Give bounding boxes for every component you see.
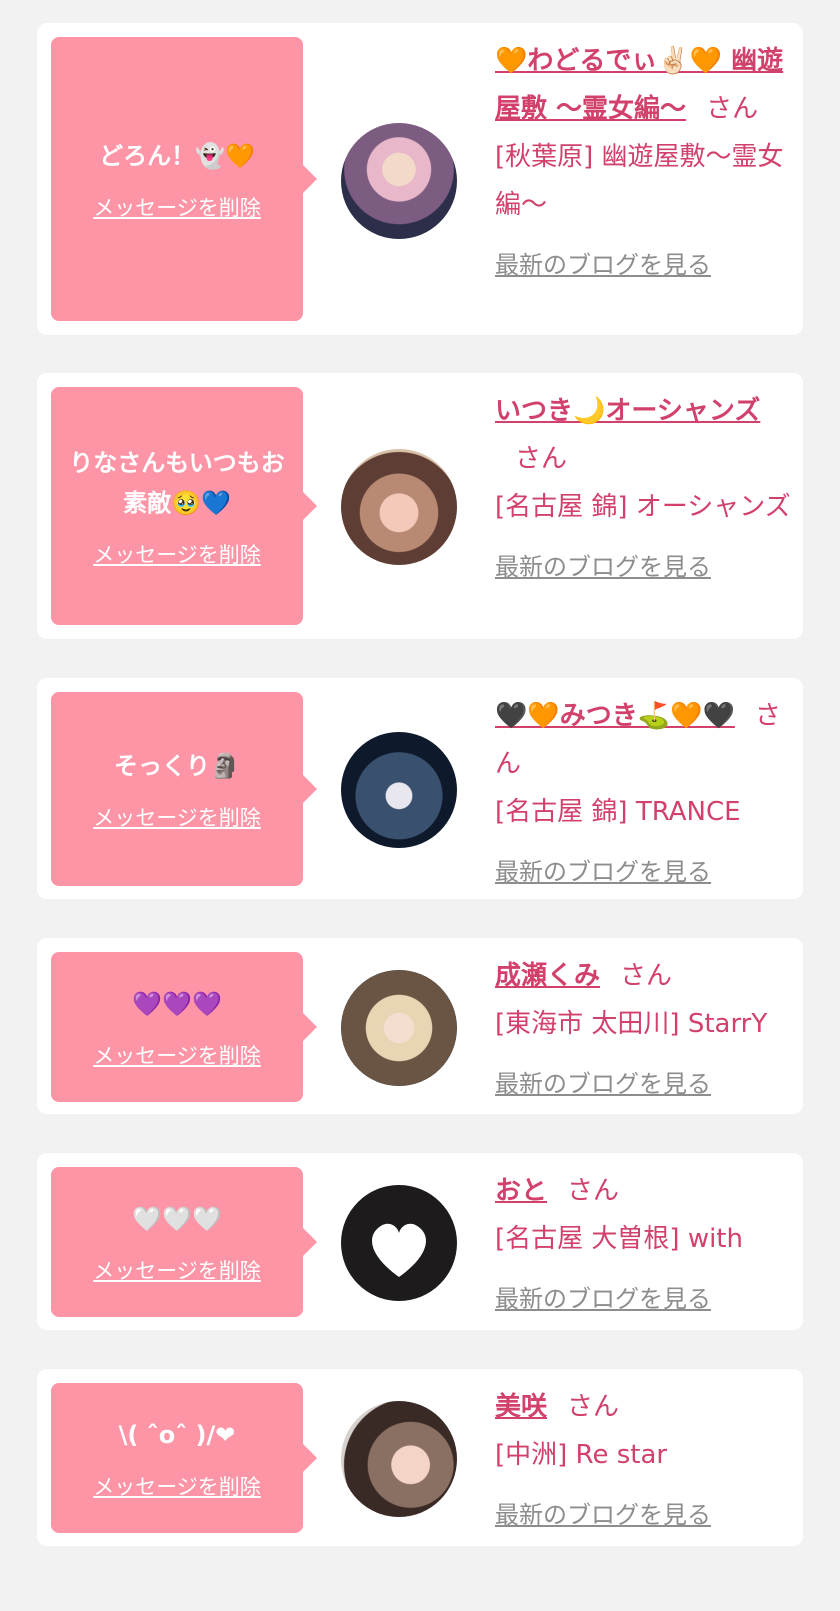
avatar[interactable] <box>341 449 457 565</box>
message-bubble: そっくり🗿 メッセージを削除 <box>51 692 317 886</box>
sender-name-link[interactable]: おと <box>495 1176 547 1206</box>
latest-blog-link[interactable]: 最新のブログを見る <box>495 543 795 591</box>
message-bubble: りなさんもいつもお素敵🥹💙 メッセージを削除 <box>51 387 317 625</box>
sender-info: 🧡わどるでぃ✌🏻🧡 幽遊屋敷 〜霊女編〜 さん [秋葉原] 幽遊屋敷〜霊女編〜 最… <box>495 37 795 289</box>
avatar[interactable] <box>341 1185 457 1301</box>
sender-info: 美咲 さん [中洲] Re star 最新のブログを見る <box>495 1383 795 1539</box>
message-text: 🤍🤍🤍 <box>132 1205 222 1233</box>
sender-name-link[interactable]: いつき🌙オーシャンズ <box>495 396 760 426</box>
message-card: どろん！👻🧡 メッセージを削除 🧡わどるでぃ✌🏻🧡 幽遊屋敷 〜霊女編〜 さん [… <box>37 23 803 335</box>
honorific: さん <box>567 1392 620 1422</box>
latest-blog-link[interactable]: 最新のブログを見る <box>495 241 795 289</box>
delete-message-link[interactable]: メッセージを削除 <box>93 802 261 832</box>
avatar[interactable] <box>341 732 457 848</box>
message-text: そっくり🗿 <box>114 752 240 780</box>
message-card: りなさんもいつもお素敵🥹💙 メッセージを削除 いつき🌙オーシャンズさん [名古屋… <box>37 373 803 639</box>
shop-label: [秋葉原] 幽遊屋敷〜霊女編〜 <box>495 142 784 220</box>
sender-name-link[interactable]: 美咲 <box>495 1392 547 1422</box>
shop-label: [名古屋 錦] オーシャンズ <box>495 492 791 522</box>
message-text: りなさんもいつもお素敵🥹💙 <box>69 449 285 517</box>
message-card: そっくり🗿 メッセージを削除 🖤🧡みつき⛳🧡🖤 さん [名古屋 錦] TRANCE… <box>37 678 803 899</box>
latest-blog-link[interactable]: 最新のブログを見る <box>495 1060 795 1108</box>
avatar[interactable] <box>341 1401 457 1517</box>
message-text: \( ˆoˆ )/❤ <box>118 1421 236 1449</box>
sender-name-link[interactable]: 成瀬くみ <box>495 961 600 991</box>
message-text: 💜💜💜 <box>132 990 222 1018</box>
honorific: さん <box>706 94 759 124</box>
message-bubble: 🤍🤍🤍 メッセージを削除 <box>51 1167 317 1317</box>
message-bubble: どろん！👻🧡 メッセージを削除 <box>51 37 317 321</box>
shop-label: [中洲] Re star <box>495 1440 668 1470</box>
latest-blog-link[interactable]: 最新のブログを見る <box>495 1491 795 1539</box>
sender-info: いつき🌙オーシャンズさん [名古屋 錦] オーシャンズ 最新のブログを見る <box>495 387 795 591</box>
message-text: どろん！👻🧡 <box>99 142 255 170</box>
message-card: 🤍🤍🤍 メッセージを削除 おと さん [名古屋 大曽根] with 最新のブログを… <box>37 1153 803 1330</box>
delete-message-link[interactable]: メッセージを削除 <box>93 1040 261 1070</box>
shop-label: [名古屋 錦] TRANCE <box>495 797 741 827</box>
honorific: さん <box>620 961 673 991</box>
sender-info: おと さん [名古屋 大曽根] with 最新のブログを見る <box>495 1167 795 1323</box>
delete-message-link[interactable]: メッセージを削除 <box>93 539 261 569</box>
sender-info: 成瀬くみ さん [東海市 太田川] StarrY 最新のブログを見る <box>495 952 795 1108</box>
delete-message-link[interactable]: メッセージを削除 <box>93 192 261 222</box>
avatar[interactable] <box>341 123 457 239</box>
heart-icon <box>372 1223 426 1277</box>
delete-message-link[interactable]: メッセージを削除 <box>93 1255 261 1285</box>
avatar[interactable] <box>341 970 457 1086</box>
honorific: さん <box>515 444 568 474</box>
shop-label: [東海市 太田川] StarrY <box>495 1009 768 1039</box>
message-bubble: \( ˆoˆ )/❤ メッセージを削除 <box>51 1383 317 1533</box>
honorific: さん <box>567 1176 620 1206</box>
message-card: \( ˆoˆ )/❤ メッセージを削除 美咲 さん [中洲] Re star 最新… <box>37 1369 803 1546</box>
latest-blog-link[interactable]: 最新のブログを見る <box>495 848 795 896</box>
latest-blog-link[interactable]: 最新のブログを見る <box>495 1275 795 1323</box>
sender-name-link[interactable]: 🖤🧡みつき⛳🧡🖤 <box>495 701 735 731</box>
delete-message-link[interactable]: メッセージを削除 <box>93 1471 261 1501</box>
message-card: 💜💜💜 メッセージを削除 成瀬くみ さん [東海市 太田川] StarrY 最新の… <box>37 938 803 1114</box>
message-bubble: 💜💜💜 メッセージを削除 <box>51 952 317 1102</box>
sender-info: 🖤🧡みつき⛳🧡🖤 さん [名古屋 錦] TRANCE 最新のブログを見る <box>495 692 795 896</box>
shop-label: [名古屋 大曽根] with <box>495 1224 743 1254</box>
